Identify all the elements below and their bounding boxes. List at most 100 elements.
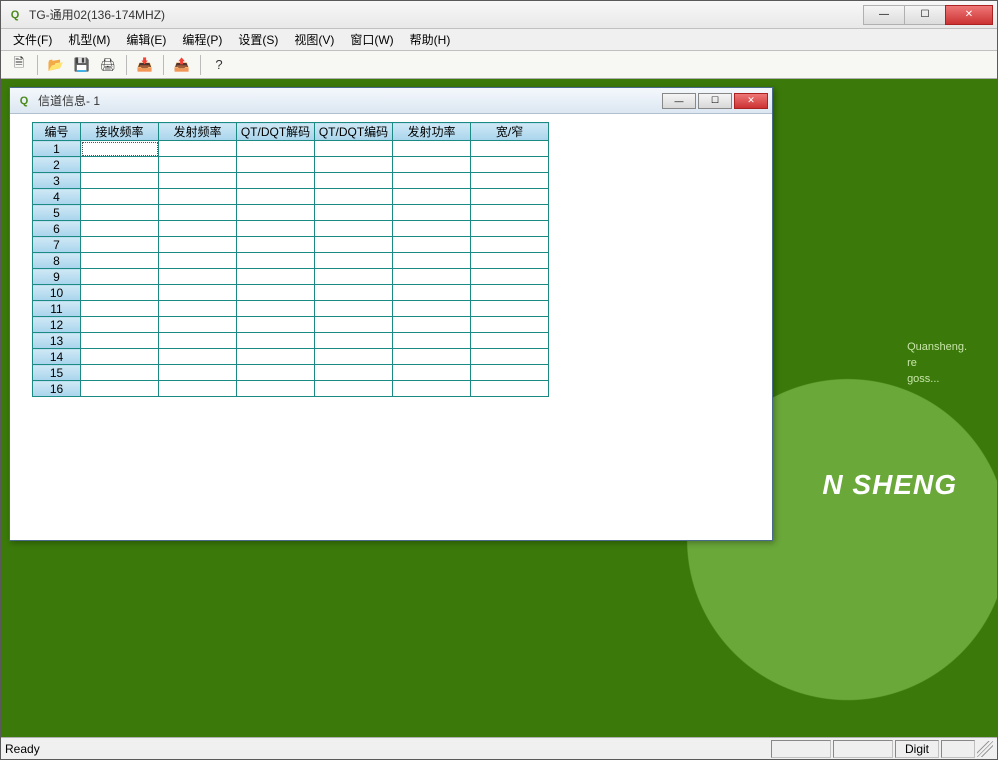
cell[interactable] xyxy=(81,205,159,221)
cell[interactable] xyxy=(315,365,393,381)
cell[interactable] xyxy=(237,205,315,221)
child-close-button[interactable]: ✕ xyxy=(734,93,768,109)
cell[interactable] xyxy=(159,237,237,253)
col-header-qt-encode[interactable]: QT/DQT编码 xyxy=(315,123,393,141)
cell[interactable] xyxy=(159,253,237,269)
cell[interactable] xyxy=(237,221,315,237)
cell[interactable] xyxy=(81,269,159,285)
cell[interactable] xyxy=(237,141,315,157)
cell[interactable] xyxy=(315,253,393,269)
col-header-power[interactable]: 发射功率 xyxy=(393,123,471,141)
cell[interactable] xyxy=(159,269,237,285)
cell[interactable] xyxy=(81,141,159,157)
row-header[interactable]: 16 xyxy=(33,381,81,397)
cell[interactable] xyxy=(237,173,315,189)
table-row[interactable]: 8 xyxy=(33,253,549,269)
table-row[interactable]: 13 xyxy=(33,333,549,349)
cell[interactable] xyxy=(471,205,549,221)
cell[interactable] xyxy=(81,333,159,349)
table-row[interactable]: 11 xyxy=(33,301,549,317)
row-header[interactable]: 1 xyxy=(33,141,81,157)
cell[interactable] xyxy=(393,285,471,301)
cell[interactable] xyxy=(237,349,315,365)
channel-grid[interactable]: 编号 接收频率 发射频率 QT/DQT解码 QT/DQT编码 发射功率 宽/窄 … xyxy=(32,122,549,397)
table-row[interactable]: 10 xyxy=(33,285,549,301)
cell[interactable] xyxy=(159,221,237,237)
cell[interactable] xyxy=(315,221,393,237)
row-header[interactable]: 10 xyxy=(33,285,81,301)
cell[interactable] xyxy=(393,301,471,317)
open-button[interactable]: 📂 xyxy=(44,54,68,76)
cell[interactable] xyxy=(81,173,159,189)
cell[interactable] xyxy=(315,269,393,285)
cell[interactable] xyxy=(471,349,549,365)
cell[interactable] xyxy=(315,317,393,333)
cell[interactable] xyxy=(237,189,315,205)
col-header-qt-decode[interactable]: QT/DQT解码 xyxy=(237,123,315,141)
table-row[interactable]: 7 xyxy=(33,237,549,253)
cell[interactable] xyxy=(315,285,393,301)
cell[interactable] xyxy=(159,173,237,189)
row-header[interactable]: 12 xyxy=(33,317,81,333)
cell[interactable] xyxy=(471,157,549,173)
cell[interactable] xyxy=(159,141,237,157)
table-row[interactable]: 14 xyxy=(33,349,549,365)
cell[interactable] xyxy=(81,221,159,237)
table-row[interactable]: 5 xyxy=(33,205,549,221)
cell[interactable] xyxy=(159,381,237,397)
menu-view[interactable]: 视图(V) xyxy=(286,29,342,50)
cell[interactable] xyxy=(159,349,237,365)
resize-grip-icon[interactable] xyxy=(977,741,993,757)
cell[interactable] xyxy=(159,189,237,205)
col-header-number[interactable]: 编号 xyxy=(33,123,81,141)
cell[interactable] xyxy=(471,269,549,285)
cell[interactable] xyxy=(81,381,159,397)
cell[interactable] xyxy=(81,317,159,333)
cell[interactable] xyxy=(393,141,471,157)
cell[interactable] xyxy=(159,317,237,333)
close-button[interactable]: ✕ xyxy=(945,5,993,25)
cell[interactable] xyxy=(315,189,393,205)
cell[interactable] xyxy=(237,157,315,173)
new-button[interactable]: 🗎 xyxy=(7,54,31,76)
cell[interactable] xyxy=(237,301,315,317)
table-row[interactable]: 6 xyxy=(33,221,549,237)
cell[interactable] xyxy=(315,205,393,221)
cell[interactable] xyxy=(315,333,393,349)
cell[interactable] xyxy=(393,269,471,285)
row-header[interactable]: 6 xyxy=(33,221,81,237)
cell[interactable] xyxy=(237,285,315,301)
print-button[interactable]: 🖨 xyxy=(96,54,120,76)
cell[interactable] xyxy=(393,381,471,397)
row-header[interactable]: 4 xyxy=(33,189,81,205)
table-row[interactable]: 1 xyxy=(33,141,549,157)
cell[interactable] xyxy=(81,365,159,381)
cell[interactable] xyxy=(237,269,315,285)
col-header-tx-freq[interactable]: 发射频率 xyxy=(159,123,237,141)
menu-help[interactable]: 帮助(H) xyxy=(402,29,459,50)
cell[interactable] xyxy=(393,317,471,333)
cell[interactable] xyxy=(471,237,549,253)
cell[interactable] xyxy=(315,173,393,189)
cell[interactable] xyxy=(471,381,549,397)
cell[interactable] xyxy=(471,189,549,205)
help-button[interactable]: ? xyxy=(207,54,231,76)
menu-window[interactable]: 窗口(W) xyxy=(342,29,401,50)
col-header-rx-freq[interactable]: 接收频率 xyxy=(81,123,159,141)
cell[interactable] xyxy=(393,157,471,173)
cell[interactable] xyxy=(315,381,393,397)
write-radio-button[interactable]: 📤 xyxy=(170,54,194,76)
cell[interactable] xyxy=(237,237,315,253)
row-header[interactable]: 2 xyxy=(33,157,81,173)
cell[interactable] xyxy=(237,333,315,349)
table-row[interactable]: 2 xyxy=(33,157,549,173)
save-button[interactable]: 💾 xyxy=(70,54,94,76)
cell[interactable] xyxy=(315,301,393,317)
maximize-button[interactable]: ☐ xyxy=(904,5,946,25)
cell[interactable] xyxy=(81,301,159,317)
row-header[interactable]: 9 xyxy=(33,269,81,285)
child-minimize-button[interactable]: — xyxy=(662,93,696,109)
cell[interactable] xyxy=(471,173,549,189)
cell[interactable] xyxy=(471,141,549,157)
col-header-wide-narrow[interactable]: 宽/窄 xyxy=(471,123,549,141)
